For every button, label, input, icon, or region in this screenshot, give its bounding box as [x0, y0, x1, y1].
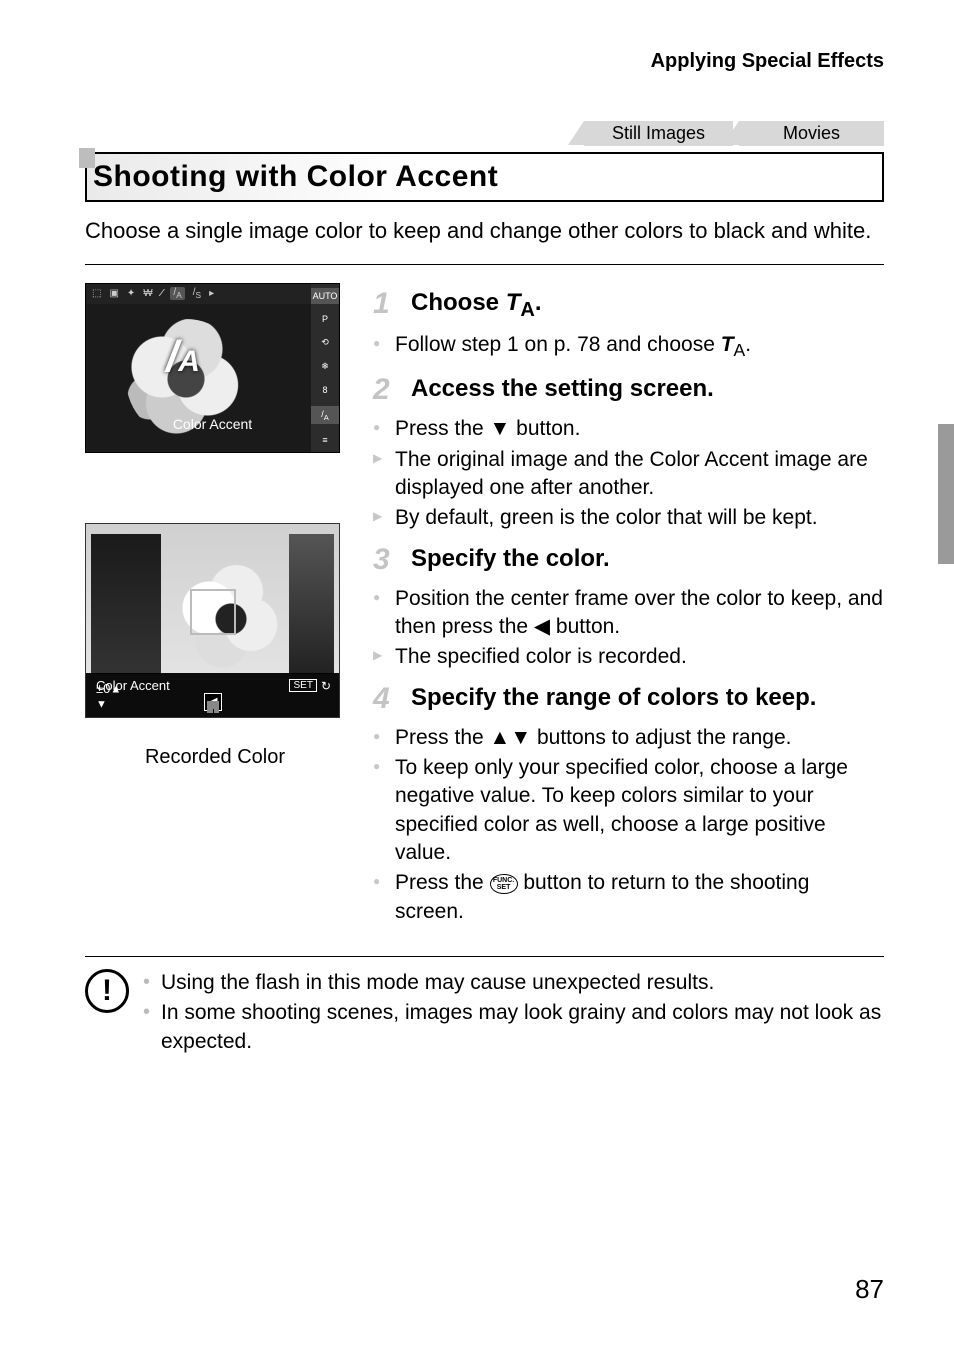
- step-3-number: 3: [373, 545, 399, 575]
- overlay-set-icon: SET↻: [289, 679, 331, 693]
- caution-bullet-2: In some shooting scenes, images may look…: [143, 999, 884, 1056]
- caution-callout: ! Using the flash in this mode may cause…: [85, 969, 884, 1058]
- section-intro: Choose a single image color to keep and …: [85, 216, 884, 246]
- left-button-icon: ◀: [534, 613, 550, 641]
- divider: [85, 264, 884, 265]
- edge-tab-marker: [938, 424, 954, 564]
- step-2-bullet-2: The original image and the Color Accent …: [373, 446, 884, 503]
- color-accent-mode-icon: T: [721, 333, 734, 356]
- step-4-bullet-2: To keep only your specified color, choos…: [373, 754, 884, 867]
- step-3-bullet-1: Position the center frame over the color…: [373, 585, 884, 642]
- section-title: Shooting with Color Accent: [93, 160, 498, 194]
- step-2-bullet-3: By default, green is the color that will…: [373, 504, 884, 532]
- overlay-range-value: ±0▲▼: [96, 681, 121, 711]
- func-set-button-icon: FUNC.SET: [490, 874, 518, 894]
- step-4-number: 4: [373, 684, 399, 714]
- step-4-title: Specify the range of colors to keep.: [411, 684, 816, 714]
- color-accent-mode-icon: T: [506, 289, 521, 316]
- step-2-number: 2: [373, 375, 399, 405]
- rail-auto: AUTO: [311, 288, 339, 304]
- center-frame: [190, 589, 236, 635]
- section-header: Applying Special Effects: [85, 50, 884, 73]
- caution-bullet-1: Using the flash in this mode may cause u…: [143, 969, 884, 997]
- mode-label: Color Accent: [86, 416, 339, 432]
- camera-screen-color-pick: Color Accent ±0▲▼ ◀ SET↻: [85, 523, 340, 718]
- step-4-bullet-3: Press the FUNC.SET button to return to t…: [373, 869, 884, 926]
- tab-still-images: Still Images: [584, 121, 733, 146]
- step-1-bullet-1: Follow step 1 on p. 78 and choose TA.: [373, 331, 884, 363]
- step-3-title: Specify the color.: [411, 545, 610, 575]
- up-down-buttons-icon: ▲▼: [490, 724, 532, 752]
- rail-p: P: [311, 311, 339, 327]
- divider: [85, 956, 884, 957]
- step-1-number: 1: [373, 289, 399, 322]
- mode-brush-a-icon: /A: [166, 332, 200, 382]
- tab-movies: Movies: [739, 121, 884, 146]
- caution-icon: !: [85, 969, 129, 1013]
- down-button-icon: ▼: [490, 415, 511, 443]
- step-1-title: Choose TA.: [411, 289, 541, 322]
- section-title-bar: Shooting with Color Accent: [85, 152, 884, 202]
- media-type-tabs: Still Images Movies: [85, 121, 884, 146]
- step-3-bullet-2: The specified color is recorded.: [373, 643, 884, 671]
- step-2-bullet-1: Press the ▼ button.: [373, 415, 884, 443]
- step-4-bullet-1: Press the ▲▼ buttons to adjust the range…: [373, 724, 884, 752]
- camera-screen-mode-select: ⬚▣✦₩ ⁄/A /S▸ /A Color Accent AUTO P ⟲ ❄ …: [85, 283, 340, 453]
- recorded-color-caption: Recorded Color: [85, 746, 345, 769]
- page-number: 87: [855, 1274, 884, 1305]
- step-2-title: Access the setting screen.: [411, 375, 714, 405]
